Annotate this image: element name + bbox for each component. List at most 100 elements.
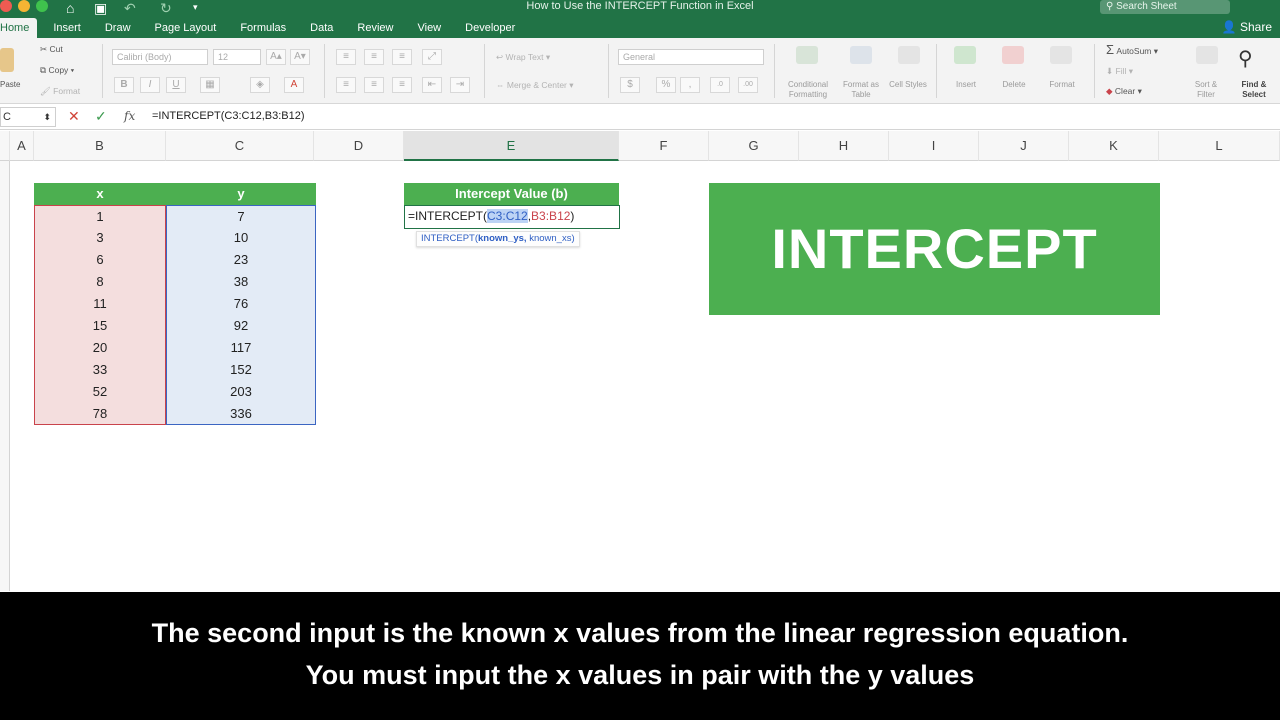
- column-header-b[interactable]: B: [34, 131, 166, 161]
- column-header-e[interactable]: E: [404, 131, 619, 161]
- format-as-table-icon[interactable]: [850, 46, 872, 64]
- x-cell[interactable]: 15: [34, 315, 166, 337]
- tab-view[interactable]: View: [405, 18, 453, 38]
- cell-styles-label[interactable]: Cell Styles: [888, 80, 928, 90]
- tab-draw[interactable]: Draw: [93, 18, 143, 38]
- x-cell[interactable]: 6: [34, 249, 166, 271]
- column-header-j[interactable]: J: [979, 131, 1069, 161]
- column-header-c[interactable]: C: [166, 131, 314, 161]
- row-header-strip[interactable]: [0, 161, 10, 591]
- font-name-select[interactable]: Calibri (Body): [112, 49, 208, 65]
- y-cell[interactable]: 336: [166, 403, 316, 425]
- y-cell[interactable]: 76: [166, 293, 316, 315]
- increase-decimal-icon[interactable]: .0: [710, 77, 730, 93]
- x-cell[interactable]: 20: [34, 337, 166, 359]
- increase-indent-icon[interactable]: ⇥: [450, 77, 470, 93]
- cancel-icon[interactable]: ✕: [68, 108, 80, 125]
- number-format-select[interactable]: General: [618, 49, 764, 65]
- cell-styles-icon[interactable]: [898, 46, 920, 64]
- select-all-corner[interactable]: [0, 131, 10, 161]
- bold-button[interactable]: B: [114, 77, 134, 93]
- tab-home[interactable]: Home: [0, 18, 38, 38]
- y-cell[interactable]: 23: [166, 249, 316, 271]
- borders-icon[interactable]: ▦: [200, 77, 220, 93]
- column-header-h[interactable]: H: [799, 131, 889, 161]
- tab-insert[interactable]: Insert: [37, 18, 93, 38]
- intercept-formula-cell[interactable]: =INTERCEPT(C3:C12,B3:B12): [404, 205, 620, 229]
- enter-icon[interactable]: ✓: [95, 108, 107, 125]
- y-cell[interactable]: 92: [166, 315, 316, 337]
- name-box[interactable]: C ⬍: [0, 107, 56, 127]
- format-painter-button[interactable]: 🖌 Format: [40, 86, 80, 97]
- align-right-icon[interactable]: ≡: [392, 77, 412, 93]
- wrap-text-button[interactable]: ↩ Wrap Text ▾: [496, 52, 550, 63]
- format-cells-label[interactable]: Format: [1042, 80, 1082, 90]
- y-column-header[interactable]: y: [166, 183, 316, 205]
- paste-icon[interactable]: [0, 48, 14, 72]
- column-header-i[interactable]: I: [889, 131, 979, 161]
- increase-font-icon[interactable]: A▴: [266, 49, 286, 65]
- tab-formulas[interactable]: Formulas: [228, 18, 298, 38]
- font-size-select[interactable]: 12: [213, 49, 261, 65]
- tab-developer[interactable]: Developer: [453, 18, 527, 38]
- sort-filter-icon[interactable]: [1196, 46, 1218, 64]
- share-button[interactable]: 👤 Share: [1222, 20, 1272, 34]
- fill-button[interactable]: ⬇ Fill ▾: [1106, 66, 1133, 77]
- format-as-table-label[interactable]: Format as Table: [836, 80, 886, 100]
- column-header-l[interactable]: L: [1159, 131, 1280, 161]
- find-select-label[interactable]: Find & Select: [1234, 80, 1274, 100]
- decrease-font-icon[interactable]: A▾: [290, 49, 310, 65]
- insert-cells-icon[interactable]: [954, 46, 976, 64]
- decrease-decimal-icon[interactable]: .00: [738, 77, 758, 93]
- x-cell[interactable]: 52: [34, 381, 166, 403]
- decrease-indent-icon[interactable]: ⇤: [422, 77, 442, 93]
- tab-page-layout[interactable]: Page Layout: [143, 18, 229, 38]
- conditional-formatting-label[interactable]: Conditional Formatting: [776, 80, 840, 100]
- function-argument-tooltip[interactable]: INTERCEPT(known_ys, known_xs): [416, 231, 580, 247]
- align-left-icon[interactable]: ≡: [336, 77, 356, 93]
- align-bottom-icon[interactable]: ≡: [392, 49, 412, 65]
- format-cells-icon[interactable]: [1050, 46, 1072, 64]
- y-cell[interactable]: 117: [166, 337, 316, 359]
- tooltip-function-name[interactable]: INTERCEPT(: [421, 233, 478, 244]
- copy-button[interactable]: ⧉ Copy ▾: [40, 65, 74, 76]
- formula-input[interactable]: =INTERCEPT(C3:C12,B3:B12): [152, 110, 305, 122]
- orientation-icon[interactable]: ⤢: [422, 49, 442, 65]
- align-top-icon[interactable]: ≡: [336, 49, 356, 65]
- align-center-icon[interactable]: ≡: [364, 77, 384, 93]
- delete-cells-label[interactable]: Delete: [994, 80, 1034, 90]
- merge-center-button[interactable]: ⇔ Merge & Center ▾: [496, 80, 574, 91]
- underline-button[interactable]: U: [166, 77, 186, 93]
- y-cell[interactable]: 152: [166, 359, 316, 381]
- font-color-icon[interactable]: A: [284, 77, 304, 93]
- clear-button[interactable]: ◆ Clear ▾: [1106, 86, 1142, 97]
- tab-data[interactable]: Data: [298, 18, 345, 38]
- y-cell[interactable]: 38: [166, 271, 316, 293]
- y-cell[interactable]: 7: [166, 205, 316, 227]
- x-cell[interactable]: 1: [34, 205, 166, 227]
- y-cell[interactable]: 203: [166, 381, 316, 403]
- insert-cells-label[interactable]: Insert: [946, 80, 986, 90]
- search-sheet-input[interactable]: ⚲ Search Sheet: [1100, 0, 1230, 14]
- sort-filter-label[interactable]: Sort & Filter: [1186, 80, 1226, 100]
- x-cell[interactable]: 8: [34, 271, 166, 293]
- conditional-formatting-icon[interactable]: [796, 46, 818, 64]
- delete-cells-icon[interactable]: [1002, 46, 1024, 64]
- percent-icon[interactable]: %: [656, 77, 676, 93]
- column-header-f[interactable]: F: [619, 131, 709, 161]
- cut-button[interactable]: ✂ Cut: [40, 44, 63, 55]
- column-header-k[interactable]: K: [1069, 131, 1159, 161]
- currency-icon[interactable]: $: [620, 77, 640, 93]
- italic-button[interactable]: I: [140, 77, 160, 93]
- x-column-header[interactable]: x: [34, 183, 166, 205]
- comma-icon[interactable]: ,: [680, 77, 700, 93]
- x-cell[interactable]: 3: [34, 227, 166, 249]
- tab-review[interactable]: Review: [345, 18, 405, 38]
- autosum-button[interactable]: Σ AutoSum ▾: [1106, 42, 1158, 57]
- fill-color-icon[interactable]: ◈: [250, 77, 270, 93]
- x-cell[interactable]: 78: [34, 403, 166, 425]
- insert-function-icon[interactable]: fx: [124, 109, 135, 123]
- find-select-icon[interactable]: ⚲: [1238, 46, 1253, 71]
- x-cell[interactable]: 33: [34, 359, 166, 381]
- align-middle-icon[interactable]: ≡: [364, 49, 384, 65]
